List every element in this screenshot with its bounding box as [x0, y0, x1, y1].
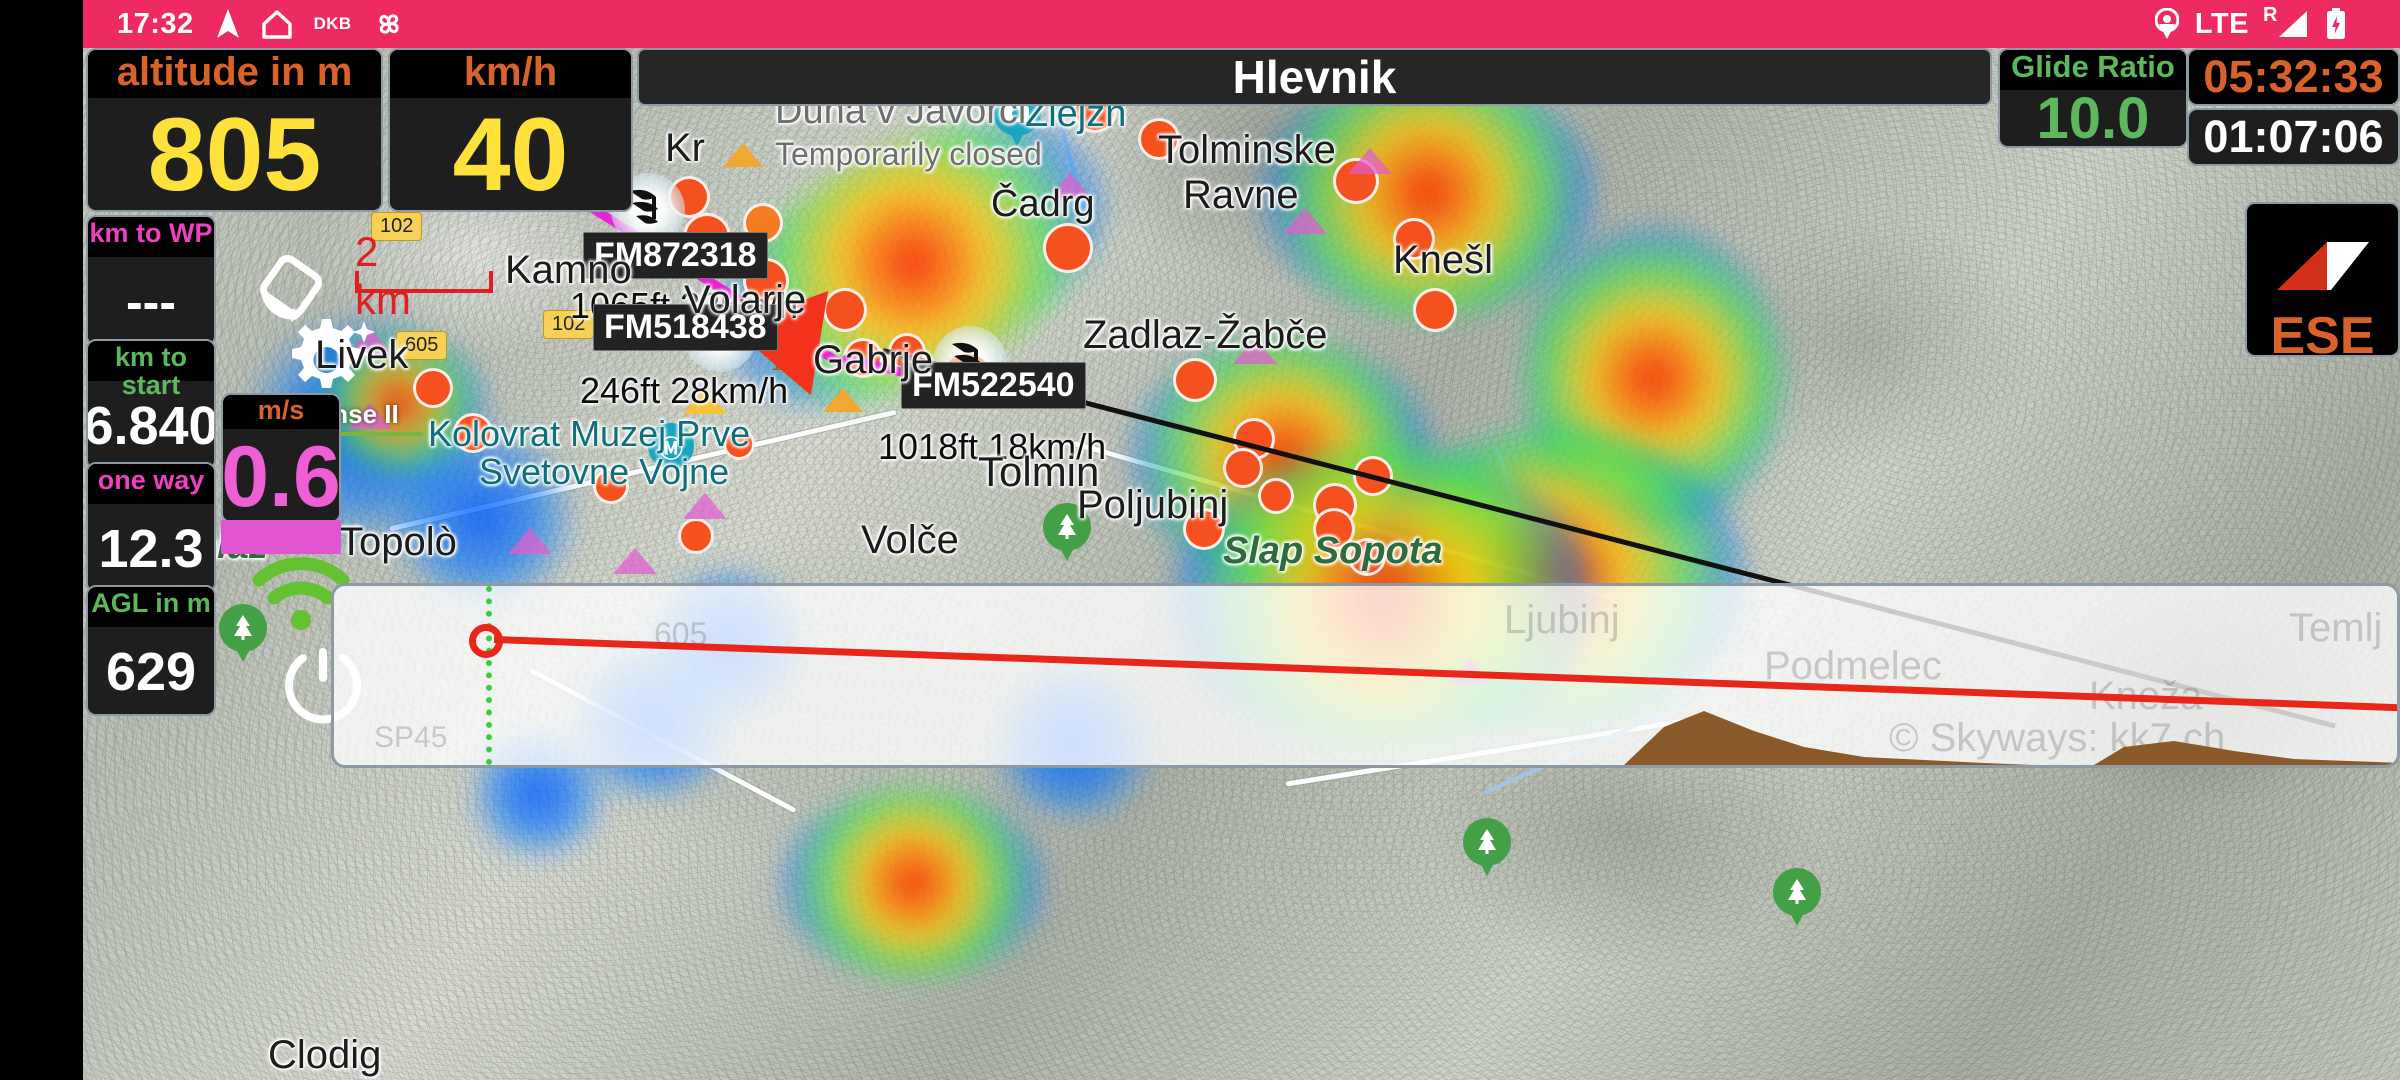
- widget-speed-label: km/h: [390, 50, 631, 98]
- map-place-label: Gabrje: [813, 338, 934, 382]
- glider-info: 246ft 28km/h: [580, 370, 789, 411]
- network-type-label: LTE: [2194, 7, 2249, 40]
- map-place-label: Kr: [665, 126, 705, 170]
- altitude-profile-panel[interactable]: SP45 605 Ljubinj Podmelec Temlj Kneža © …: [331, 583, 2400, 768]
- widget-one-way[interactable]: one way 12.3: [86, 462, 216, 593]
- widget-timer-main[interactable]: 05:32:33: [2187, 48, 2400, 106]
- compass-needle-icon: [2275, 236, 2371, 292]
- thermal-hotspot: [1173, 358, 1217, 402]
- widget-altitude-value: 805: [88, 97, 381, 210]
- left-gutter: [0, 0, 83, 1080]
- status-time: 17:32: [117, 7, 194, 40]
- profile-position-marker: [469, 624, 503, 658]
- widget-km-to-wp-value: ---: [88, 257, 214, 344]
- widget-glide-ratio[interactable]: Glide Ratio 10.0: [1998, 48, 2188, 148]
- widget-altitude-label: altitude in m: [88, 50, 381, 98]
- battery-charging-icon: [2326, 8, 2346, 40]
- roaming-indicator: R: [2263, 4, 2278, 26]
- thermal-triangle-icon: [1348, 148, 1392, 174]
- home-icon: [261, 9, 292, 39]
- profile-ghost-label: Ljubinj: [1504, 598, 1620, 642]
- widget-agl-value: 629: [88, 627, 214, 714]
- waypoint-title-bar[interactable]: Hlevnik: [637, 48, 1992, 106]
- map-place-label: Poljubinj: [1077, 483, 1229, 527]
- widget-timer-main-value: 05:32:33: [2189, 50, 2398, 104]
- map-place-label: Slap Sopota: [1223, 530, 1443, 572]
- map-place-label: Tolminske: [1158, 128, 1336, 172]
- tree-pin-icon[interactable]: [1773, 868, 1821, 930]
- thermal-hotspot: [1223, 448, 1263, 488]
- widget-vario-value: 0.6: [221, 428, 341, 523]
- waypoint-triangle-icon: [723, 143, 763, 167]
- android-status-bar: 17:32 DKB LTE R: [83, 0, 2400, 48]
- thermal-hotspot: [1413, 288, 1457, 332]
- map-place-label: Clodig: [268, 1033, 382, 1077]
- location-pin-icon: [2154, 8, 2179, 40]
- thermal-triangle-icon: [613, 548, 657, 574]
- widget-timer-sub[interactable]: 01:07:06: [2187, 108, 2400, 166]
- compass-direction-label: ESE: [2270, 307, 2375, 365]
- page-title: Hlevnik: [1232, 51, 1397, 103]
- pinwheel-icon: [373, 8, 405, 40]
- widget-vario-bar: [221, 520, 341, 554]
- scale-bar-label: 2 km: [355, 228, 411, 323]
- widget-speed[interactable]: km/h 40: [388, 48, 633, 212]
- widget-km-to-wp[interactable]: km to WP ---: [86, 215, 216, 346]
- map-place-label: Svetovne Vojne: [479, 451, 730, 492]
- widget-speed-value: 40: [390, 97, 631, 210]
- tree-pin-icon[interactable]: [1463, 818, 1511, 880]
- widget-one-way-value: 12.3: [88, 504, 214, 591]
- map-place-label: Kamno: [505, 248, 632, 292]
- widget-km-to-start[interactable]: km to start 6.840: [86, 339, 216, 470]
- thermal-hotspot: [678, 518, 714, 554]
- thermal-triangle-icon: [683, 493, 727, 519]
- widget-one-way-label: one way: [88, 464, 214, 504]
- widget-agl[interactable]: AGL in m 629: [86, 585, 216, 716]
- widget-compass[interactable]: ESE: [2245, 202, 2400, 365]
- widget-agl-label: AGL in m: [88, 587, 214, 627]
- widget-altitude[interactable]: altitude in m 805: [86, 48, 383, 212]
- thermal-hotspot: [1258, 478, 1294, 514]
- profile-ghost-label: Temlj: [2289, 606, 2383, 650]
- waypoint-triangle-icon: [823, 388, 863, 412]
- thermal-hotspot: [1043, 223, 1093, 273]
- map-place-label: Zadlaz-Žabče: [1083, 313, 1328, 357]
- map-place-label: Volče: [861, 518, 959, 562]
- widget-timer-sub-value: 01:07:06: [2189, 110, 2398, 164]
- map-place-label: Čadrg: [991, 183, 1095, 225]
- widget-vario[interactable]: m/s 0.6: [221, 393, 341, 523]
- thermal-triangle-icon: [508, 528, 552, 554]
- map-place-label: Knešl: [1393, 238, 1494, 282]
- widget-km-to-wp-label: km to WP: [88, 217, 214, 257]
- widget-vario-label: m/s: [223, 395, 339, 429]
- map-place-label: Livek: [315, 333, 409, 377]
- map-place-label: Kolovrat Muzej Prve: [428, 413, 751, 454]
- map-place-label: Ravne: [1183, 173, 1299, 217]
- dkb-app-icon: DKB: [313, 14, 352, 33]
- app-root: Ⓜ 102 102 605 102 2 km AI: [0, 0, 2400, 1080]
- map-place-label: Topolò: [339, 520, 457, 564]
- widget-km-to-start-value: 6.840: [88, 381, 214, 468]
- widget-km-to-start-label: km to start: [88, 341, 214, 400]
- widget-glide-ratio-value: 10.0: [2000, 86, 2186, 146]
- map-place-label: Temporarily closed: [775, 136, 1042, 172]
- signal-bars-icon: R: [2263, 4, 2310, 40]
- navigation-arrow-icon: [216, 9, 240, 39]
- map-place-label: Volarje: [684, 278, 807, 322]
